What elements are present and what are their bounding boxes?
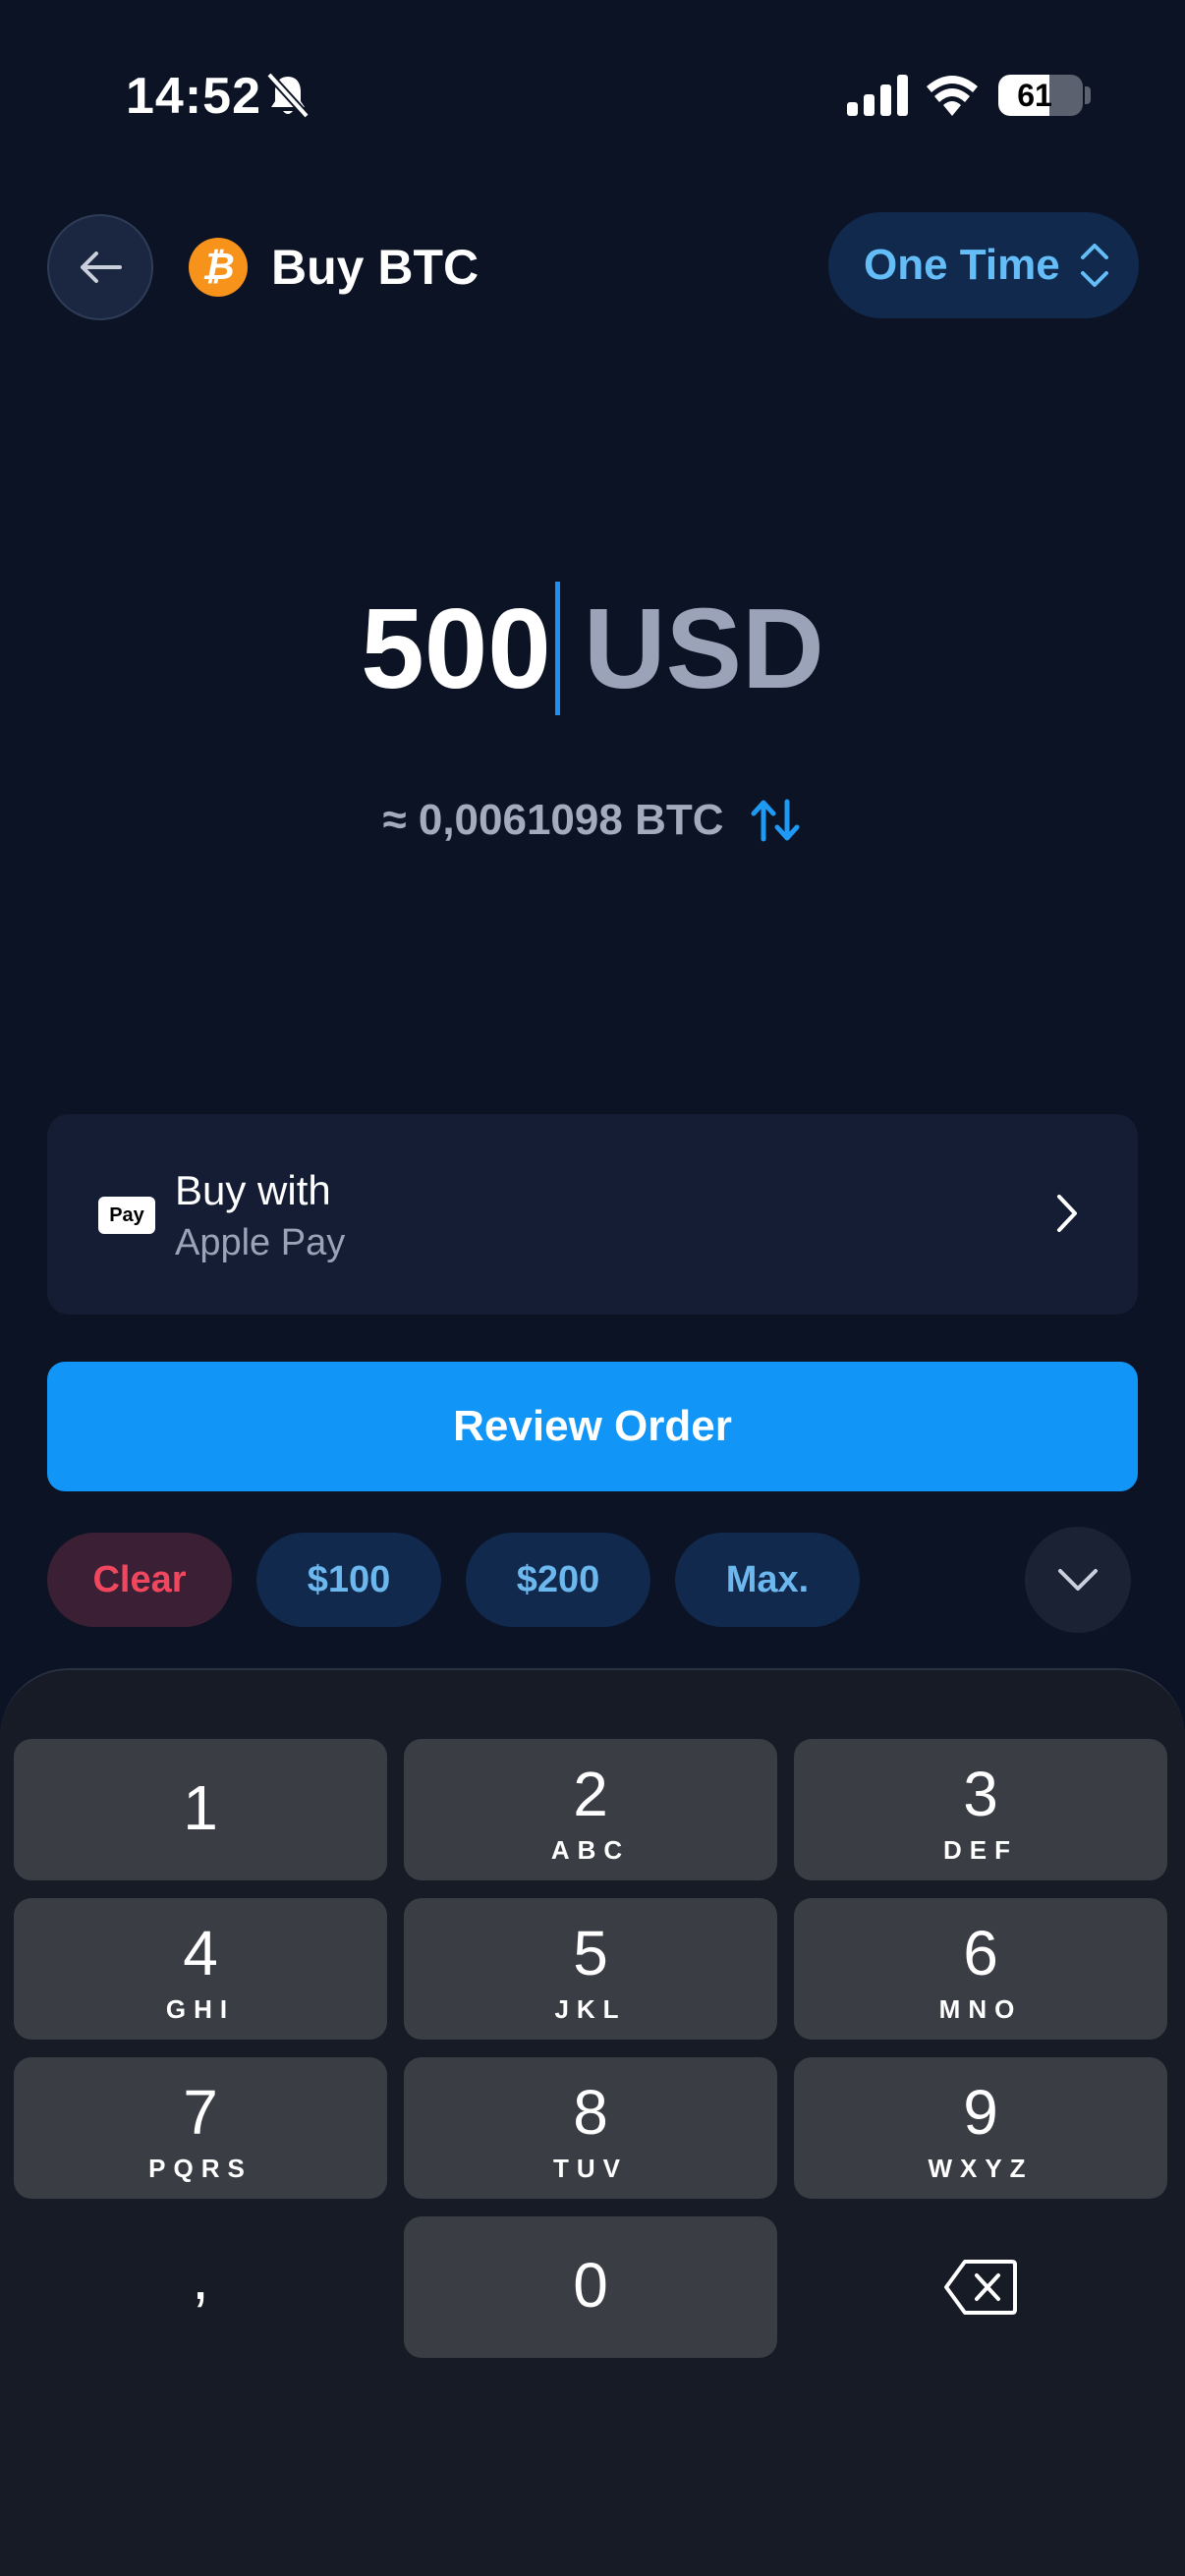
review-order-button[interactable]: Review Order <box>47 1362 1138 1491</box>
bitcoin-icon: ₿ <box>189 238 248 297</box>
signal-icon <box>847 75 908 116</box>
key-letters: ABC <box>550 1835 631 1865</box>
clear-button[interactable]: Clear <box>47 1533 232 1627</box>
key-5[interactable]: 5 JKL <box>404 1898 777 2040</box>
chevron-updown-icon <box>1081 244 1108 287</box>
amount-value: 500 <box>361 585 551 712</box>
key-letters: JKL <box>554 1994 627 2024</box>
apple-pay-icon: Pay <box>98 1197 155 1234</box>
key-8[interactable]: 8 TUV <box>404 2057 777 2199</box>
key-letters: TUV <box>553 2154 628 2183</box>
key-letters: WXYZ <box>928 2154 1034 2183</box>
frequency-dropdown[interactable]: One Time <box>828 212 1139 318</box>
key-digit: 3 <box>963 1759 998 1829</box>
converted-amount-row: ≈ 0,0061098 BTC <box>0 786 1185 855</box>
payment-method: Apple Pay <box>175 1222 346 1263</box>
key-2[interactable]: 2 ABC <box>404 1739 777 1880</box>
key-3[interactable]: 3 DEF <box>794 1739 1167 1880</box>
key-1[interactable]: 1 <box>14 1739 387 1880</box>
arrow-left-icon <box>81 252 122 283</box>
collapse-keyboard-button[interactable] <box>1025 1527 1131 1633</box>
status-bar: 14:52 61 <box>0 0 1185 187</box>
key-digit: 0 <box>573 2250 608 2321</box>
swap-currency-icon[interactable] <box>748 798 803 843</box>
key-0[interactable]: 0 <box>404 2216 777 2358</box>
apple-pay-badge-text: Pay <box>109 1204 144 1226</box>
key-letters: MNO <box>938 1994 1023 2024</box>
key-digit: 1 <box>183 1772 218 1843</box>
key-digit: 2 <box>573 1759 608 1829</box>
battery-icon: 61 <box>998 75 1083 116</box>
frequency-label: One Time <box>864 241 1060 289</box>
payment-title: Buy with <box>175 1167 331 1213</box>
backspace-key[interactable] <box>794 2216 1167 2358</box>
key-4[interactable]: 4 GHI <box>14 1898 387 2040</box>
key-letters: GHI <box>165 1994 236 2024</box>
key-digit: 8 <box>573 2077 608 2148</box>
key-7[interactable]: 7 PQRS <box>14 2057 387 2199</box>
amount-input[interactable]: 500 USD <box>0 570 1185 727</box>
chevron-right-icon <box>1057 1195 1077 1232</box>
battery-percent: 61 <box>1017 78 1052 113</box>
converted-amount: ≈ 0,0061098 BTC <box>382 796 724 844</box>
buy-btc-screen: 14:52 61 ₿ Buy BTC One Time 500 USD ≈ 0,… <box>0 0 1185 2576</box>
key-decimal[interactable]: , <box>14 2207 387 2348</box>
back-button[interactable] <box>47 214 153 320</box>
max-button[interactable]: Max. <box>675 1533 860 1627</box>
key-9[interactable]: 9 WXYZ <box>794 2057 1167 2199</box>
key-letters: DEF <box>943 1835 1018 1865</box>
preset-200-button[interactable]: $200 <box>466 1533 650 1627</box>
key-digit: 5 <box>573 1918 608 1988</box>
key-digit: 7 <box>183 2077 218 2148</box>
key-digit: 9 <box>963 2077 998 2148</box>
payment-method-card[interactable]: Pay Buy with Apple Pay <box>47 1114 1138 1315</box>
backspace-icon <box>944 2260 1017 2315</box>
key-6[interactable]: 6 MNO <box>794 1898 1167 2040</box>
text-caret <box>554 582 560 715</box>
chevron-down-icon <box>1058 1569 1098 1591</box>
wifi-icon <box>927 76 978 116</box>
bell-muted-icon <box>266 72 310 119</box>
battery-cap <box>1085 86 1091 104</box>
preset-100-button[interactable]: $100 <box>256 1533 441 1627</box>
status-time: 14:52 <box>126 68 261 125</box>
key-digit: 6 <box>963 1918 998 1988</box>
key-letters: PQRS <box>148 2154 253 2183</box>
amount-currency: USD <box>583 585 824 712</box>
key-digit: 4 <box>183 1918 218 1988</box>
page-title: Buy BTC <box>271 240 480 295</box>
